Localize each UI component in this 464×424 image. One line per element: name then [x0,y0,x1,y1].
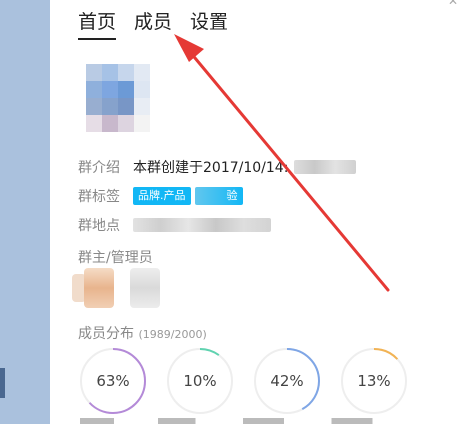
stat-value-3: 42% [270,372,304,390]
redacted-location [133,218,271,232]
tab-settings[interactable]: 设置 [190,8,228,38]
stat-ring-4: 13% [339,346,409,416]
intro-value: 本群创建于2017/10/14: [133,160,289,176]
close-icon[interactable]: ✕ [448,0,462,8]
group-panel: ✕ 首页 成员 设置 群介绍 本群创建于2017/10/14: 群标签 品牌.产… [50,0,464,424]
stat-value-2: 10% [183,372,217,390]
location-label: 群地点 [78,218,120,234]
tab-bar: 首页 成员 设置 [78,8,228,40]
sidebar-strip [0,0,50,424]
sidebar-edge [0,368,5,398]
stat-value-4: 13% [357,372,391,390]
tab-members[interactable]: 成员 [134,8,172,38]
intro-label: 群介绍 [78,160,120,176]
tags-label: 群标签 [78,189,120,205]
members-count: (1989/2000) [138,328,207,341]
redacted-text [294,160,357,174]
stat-legend [80,418,420,424]
tag-second[interactable]: 验 [194,187,243,205]
group-intro-row: 群介绍 本群创建于2017/10/14: [78,157,357,177]
members-heading: 成员分布 (1989/2000) [78,323,207,343]
group-location-row: 群地点 [78,215,271,235]
group-tags-row: 群标签 品牌.产品 验 [78,186,247,206]
stat-ring-3: 42% [252,346,322,416]
members-label: 成员分布 [78,326,134,342]
admins-heading: 群主/管理员 [78,250,153,266]
group-avatar[interactable] [86,64,150,132]
stat-ring-2: 10% [165,346,235,416]
tab-home[interactable]: 首页 [78,8,117,40]
tag-brand-product[interactable]: 品牌.产品 [133,187,191,205]
admin-avatars[interactable] [72,268,172,310]
stat-value-1: 63% [96,372,130,390]
stat-ring-1: 63% [78,346,148,416]
